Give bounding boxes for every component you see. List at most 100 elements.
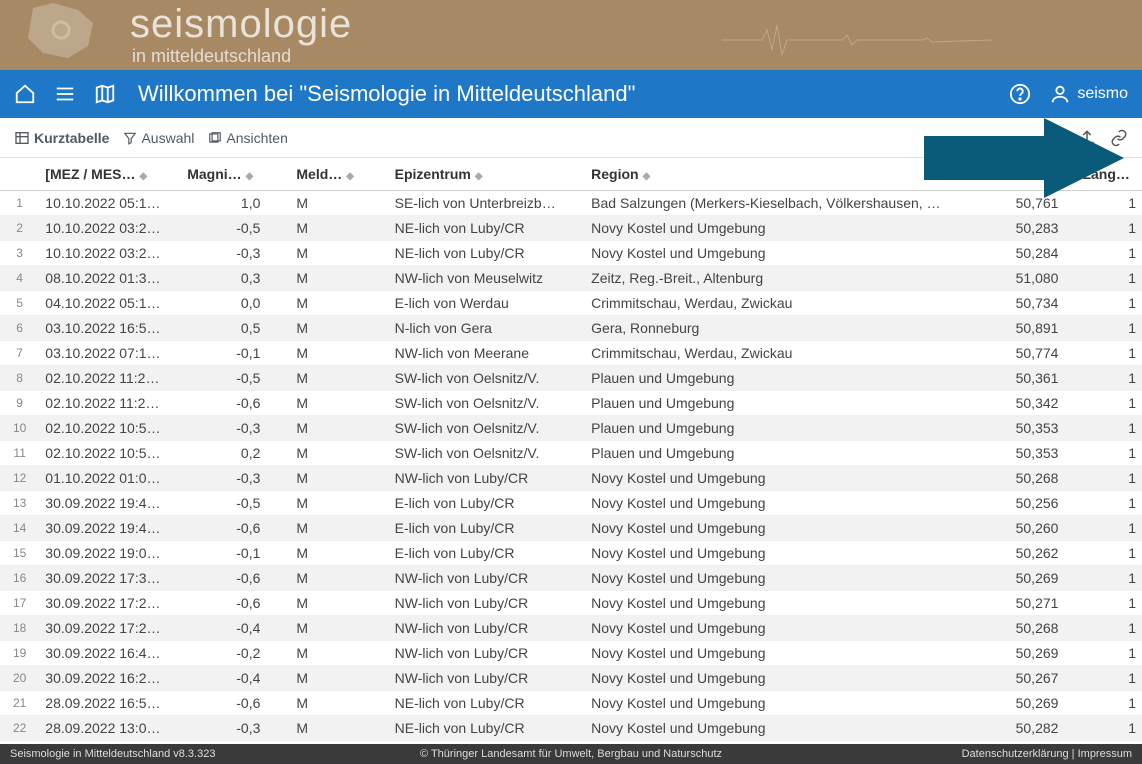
cell-epicenter: NW-lich von Luby/CR — [389, 466, 586, 491]
table-row[interactable]: 2128.09.2022 16:5…-0,6MNE-lich von Luby/… — [0, 691, 1142, 716]
cell-longitude: 1 — [1076, 291, 1142, 316]
row-index: 8 — [0, 366, 39, 391]
data-table-container: [MEZ / MES…◆ Magni…◆ Meld…◆ Epizentrum◆ … — [0, 158, 1142, 744]
cell-region: Plauen und Umgebung — [585, 391, 978, 416]
cell-longitude: 1 — [1076, 441, 1142, 466]
filter-icon — [123, 131, 137, 145]
state-shape-icon — [8, 0, 118, 68]
table-row[interactable]: 310.10.2022 03:2…-0,3MNE-lich von Luby/C… — [0, 241, 1142, 266]
col-time[interactable]: [MEZ / MES…◆ — [39, 158, 181, 191]
table-row[interactable]: 110.10.2022 05:1…1,0MSE-lich von Unterbr… — [0, 191, 1142, 216]
cell-epicenter: E-lich von Luby/CR — [389, 516, 586, 541]
table-row[interactable]: 1430.09.2022 19:4…-0,6ME-lich von Luby/C… — [0, 516, 1142, 541]
table-row[interactable]: 408.10.2022 01:3…0,3MNW-lich von Meuselw… — [0, 266, 1142, 291]
map-button[interactable] — [94, 83, 116, 105]
table-row[interactable]: 902.10.2022 11:2…-0,6MSW-lich von Oelsni… — [0, 391, 1142, 416]
col-region[interactable]: Region◆ — [585, 158, 978, 191]
home-button[interactable] — [14, 83, 36, 105]
menu-button[interactable] — [54, 83, 76, 105]
table-row[interactable]: 1002.10.2022 10:5…-0,3MSW-lich von Oelsn… — [0, 416, 1142, 441]
row-index: 12 — [0, 466, 39, 491]
auswahl-button[interactable]: Auswahl — [123, 130, 194, 146]
hero-banner: seismologie in mitteldeutschland — [0, 0, 1142, 70]
row-index: 19 — [0, 641, 39, 666]
table-row[interactable]: 1102.10.2022 10:5…0,2MSW-lich von Oelsni… — [0, 441, 1142, 466]
table-row[interactable]: 2228.09.2022 13:0…-0,3MNE-lich von Luby/… — [0, 716, 1142, 741]
export-icon — [1078, 129, 1096, 147]
cell-magnitude: -0,5 — [181, 216, 290, 241]
cell-magnitude: 1,0 — [181, 191, 290, 216]
table-row[interactable]: 703.10.2022 07:1…-0,1MNW-lich von Meeran… — [0, 341, 1142, 366]
table-row[interactable]: 1730.09.2022 17:2…-0,6MNW-lich von Luby/… — [0, 591, 1142, 616]
cell-magnitude: -0,1 — [181, 541, 290, 566]
col-meld[interactable]: Meld…◆ — [290, 158, 388, 191]
cell-epicenter: N-lich von Gera — [389, 316, 586, 341]
cell-epicenter: SW-lich von Oelsnitz/V. — [389, 441, 586, 466]
table-row[interactable]: 802.10.2022 11:2…-0,5MSW-lich von Oelsni… — [0, 366, 1142, 391]
cell-latitude: 50,268 — [978, 616, 1076, 641]
user-menu[interactable]: seismo — [1049, 83, 1128, 105]
version-text: Seismologie in Mitteldeutschland v8.3.32… — [10, 748, 215, 760]
cell-longitude: 1 — [1076, 341, 1142, 366]
banner-subtitle: in mitteldeutschland — [132, 46, 291, 67]
table-row[interactable]: 210.10.2022 03:2…-0,5MNE-lich von Luby/C… — [0, 216, 1142, 241]
export-button[interactable] — [1078, 129, 1096, 147]
table-row[interactable]: 504.10.2022 05:1…0,0ME-lich von WerdauCr… — [0, 291, 1142, 316]
cell-latitude: 50,761 — [978, 191, 1076, 216]
help-button[interactable] — [1009, 83, 1031, 105]
table-row[interactable]: 1201.10.2022 01:0…-0,3MNW-lich von Luby/… — [0, 466, 1142, 491]
cell-time: 03.10.2022 07:1… — [39, 341, 181, 366]
table-row[interactable]: 1830.09.2022 17:2…-0,4MNW-lich von Luby/… — [0, 616, 1142, 641]
cell-longitude: 1 — [1076, 516, 1142, 541]
cell-meld: M — [290, 691, 388, 716]
sort-icon: ◆ — [140, 171, 148, 182]
row-index: 4 — [0, 266, 39, 291]
col-magnitude[interactable]: Magni…◆ — [181, 158, 290, 191]
row-index: 17 — [0, 591, 39, 616]
cell-longitude: 1 — [1076, 266, 1142, 291]
ansichten-button[interactable]: Ansichten — [208, 130, 287, 146]
table-icon — [14, 130, 30, 146]
cell-latitude: 50,269 — [978, 641, 1076, 666]
cell-latitude: 50,267 — [978, 666, 1076, 691]
col-latitude[interactable]: Breit…◆ — [978, 158, 1076, 191]
privacy-link[interactable]: Datenschutzerklärung — [962, 748, 1069, 760]
cell-magnitude: -0,6 — [181, 591, 290, 616]
cell-magnitude: 0,0 — [181, 291, 290, 316]
cell-epicenter: NE-lich von Luby/CR — [389, 716, 586, 741]
cell-magnitude: -0,6 — [181, 566, 290, 591]
row-index: 10 — [0, 416, 39, 441]
cell-region: Novy Kostel und Umgebung — [585, 466, 978, 491]
cell-epicenter: NE-lich von Luby/CR — [389, 691, 586, 716]
cell-epicenter: E-lich von Werdau — [389, 291, 586, 316]
page-title: Willkommen bei "Seismologie in Mitteldeu… — [138, 81, 635, 107]
cell-time: 01.10.2022 01:0… — [39, 466, 181, 491]
cell-longitude: 1 — [1076, 716, 1142, 741]
col-longitude[interactable]: Läng… — [1076, 158, 1142, 191]
link-button[interactable] — [1110, 129, 1128, 147]
table-row[interactable]: 1530.09.2022 19:0…-0,1ME-lich von Luby/C… — [0, 541, 1142, 566]
cell-latitude: 50,269 — [978, 691, 1076, 716]
table-row[interactable]: 1930.09.2022 16:4…-0,2MNW-lich von Luby/… — [0, 641, 1142, 666]
cell-epicenter: NW-lich von Luby/CR — [389, 666, 586, 691]
cell-region: Gera, Ronneburg — [585, 316, 978, 341]
cell-meld: M — [290, 591, 388, 616]
table-row[interactable]: 1330.09.2022 19:4…-0,5ME-lich von Luby/C… — [0, 491, 1142, 516]
kurztabelle-button[interactable]: Kurztabelle — [14, 130, 109, 146]
table-row[interactable]: 1630.09.2022 17:3…-0,6MNW-lich von Luby/… — [0, 566, 1142, 591]
cell-epicenter: NW-lich von Luby/CR — [389, 566, 586, 591]
cell-latitude: 50,262 — [978, 541, 1076, 566]
cell-time: 10.10.2022 03:2… — [39, 241, 181, 266]
table-row[interactable]: 2030.09.2022 16:2…-0,4MNW-lich von Luby/… — [0, 666, 1142, 691]
impressum-link[interactable]: Impressum — [1078, 748, 1132, 760]
toolbar: Kurztabelle Auswahl Ansichten — [0, 118, 1142, 158]
col-epicenter[interactable]: Epizentrum◆ — [389, 158, 586, 191]
cell-time: 28.09.2022 16:5… — [39, 691, 181, 716]
link-icon — [1110, 129, 1128, 147]
cell-time: 02.10.2022 10:5… — [39, 441, 181, 466]
auswahl-label: Auswahl — [141, 130, 194, 146]
cell-region: Zeitz, Reg.-Breit., Altenburg — [585, 266, 978, 291]
table-row[interactable]: 603.10.2022 16:5…0,5MN-lich von GeraGera… — [0, 316, 1142, 341]
cell-latitude: 50,734 — [978, 291, 1076, 316]
cell-region: Novy Kostel und Umgebung — [585, 216, 978, 241]
